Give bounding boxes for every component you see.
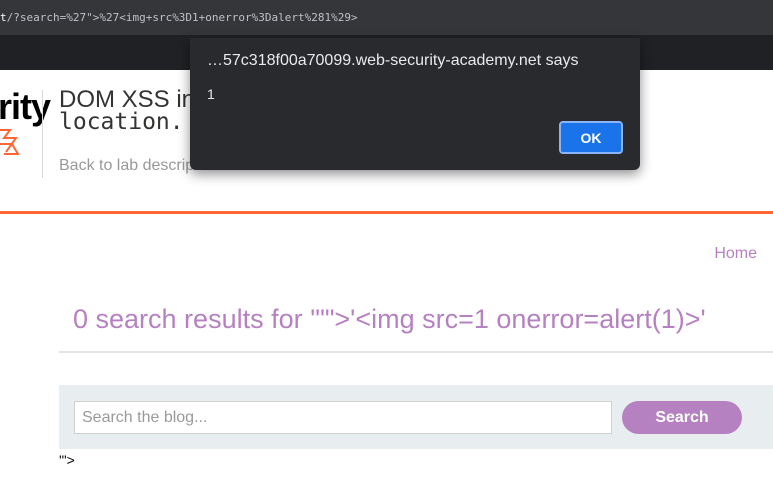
search-input[interactable] (74, 401, 612, 434)
header-rule (0, 211, 773, 214)
academy-logo-icon (0, 129, 20, 155)
results-divider (59, 351, 773, 353)
header-divider (42, 90, 43, 178)
search-results-heading: 0 search results for '"">'<img src=1 one… (73, 304, 706, 334)
url-host-fragment: t (0, 11, 7, 24)
address-bar[interactable]: t/?search=%27">%27<img+src%3D1+onerror%3… (0, 0, 773, 35)
ok-button[interactable]: OK (559, 121, 623, 154)
dialog-message: 1 (207, 86, 215, 102)
lab-title-code: location. (59, 109, 184, 135)
dialog-title: …57c318f00a70099.web-security-academy.ne… (207, 52, 579, 69)
url-path: /?search=%27">%27<img+src%3D1+onerror%3D… (6, 11, 358, 24)
alert-dialog: …57c318f00a70099.web-security-academy.ne… (190, 38, 640, 170)
home-link[interactable]: Home (714, 245, 757, 263)
search-button[interactable]: Search (622, 401, 742, 434)
reflected-injected-text: '"> (59, 452, 75, 468)
